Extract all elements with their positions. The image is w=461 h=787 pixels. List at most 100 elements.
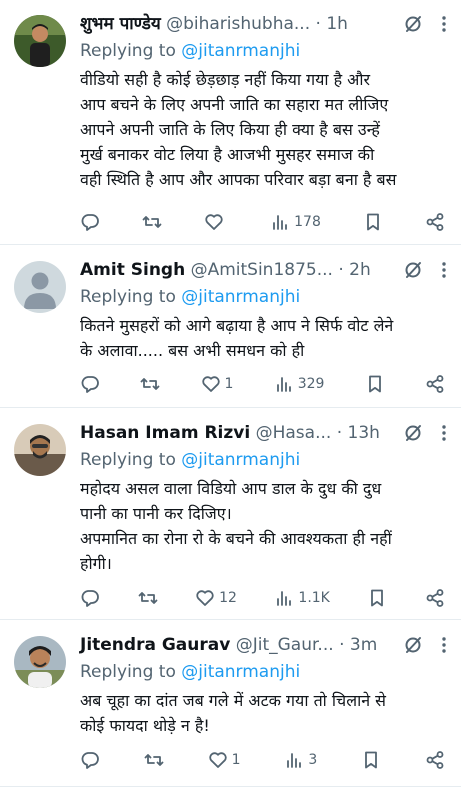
reply-icon [81,376,99,393]
author-handle[interactable]: @Jit_Gaur... [236,635,334,655]
author-name[interactable]: Amit Singh [80,260,185,280]
avatar[interactable] [14,636,66,688]
grok-icon[interactable] [403,635,423,655]
replying-to: Replying to @jitanrmanjhi [80,39,447,63]
more-icon[interactable] [441,261,447,279]
tweet[interactable]: Jitendra Gaurav @Jit_Gaur... · 3m Replyi… [0,621,461,787]
retweet-icon [142,216,162,228]
like-button[interactable] [204,212,228,232]
tweet[interactable]: शुभम पाण्डेय @biharishubha... · 1h Reply… [0,0,461,245]
share-icon [426,375,444,393]
views-button[interactable]: 178 [270,212,321,232]
default-avatar-icon [14,261,66,313]
view-count: 178 [294,214,321,230]
tweet[interactable]: Hasan Imam Rizvi @Hasa... · 13h Replying… [0,409,461,620]
mention-link[interactable]: @jitanrmanjhi [181,287,300,307]
more-icon[interactable] [441,424,447,442]
view-count: 329 [297,376,325,392]
bookmark-icon [365,751,378,769]
reply-feed: शुभम पाण्डेय @biharishubha... · 1h Reply… [0,0,461,787]
views-button[interactable]: 329 [274,374,325,394]
mention-link[interactable]: @jitanrmanjhi [181,41,300,61]
avatar[interactable] [14,15,66,67]
like-button[interactable]: 12 [195,588,237,608]
reply-icon [81,752,99,769]
author-handle[interactable]: @biharishubha... [166,14,310,34]
reply-button[interactable] [80,374,100,394]
bookmark-button[interactable] [365,374,385,394]
grok-icon[interactable] [403,423,423,443]
share-button[interactable] [425,212,445,232]
grok-icon[interactable] [403,14,423,34]
retweet-button[interactable] [140,374,160,394]
timestamp[interactable]: 3m [350,635,377,655]
replying-to-label: Replying to [80,450,176,470]
reply-button[interactable] [80,212,100,232]
like-count: 1 [224,376,234,392]
tweet-text: अब चूहा का दांत जब गले में अटक गया तो चि… [80,691,386,735]
like-button[interactable]: 1 [208,750,241,770]
avatar[interactable] [14,424,66,476]
retweet-icon [140,378,160,390]
reply-icon [81,214,99,231]
mention-link[interactable]: @jitanrmanjhi [181,450,300,470]
views-icon [273,215,288,230]
heart-icon [205,214,223,230]
separator-dot: · [336,423,343,443]
heart-icon [196,590,214,606]
views-icon [276,377,291,392]
grok-icon[interactable] [403,260,423,280]
views-icon [287,753,302,768]
mention-link[interactable]: @jitanrmanjhi [181,662,300,682]
share-button[interactable] [425,750,445,770]
replying-to-label: Replying to [80,287,176,307]
tweet-text: महोदय असल वाला विडियो आप डाल के दुध की द… [80,479,392,573]
views-button[interactable]: 3 [284,750,317,770]
like-button[interactable]: 1 [201,374,234,394]
bookmark-button[interactable] [363,212,383,232]
share-icon [426,213,444,231]
view-count: 3 [308,752,318,768]
share-button[interactable] [425,588,445,608]
tweet[interactable]: Amit Singh @AmitSin1875... · 2h Replying… [0,246,461,408]
reply-button[interactable] [80,588,100,608]
author-name[interactable]: शुभम पाण्डेय [80,14,161,34]
avatar[interactable] [14,261,66,313]
like-count: 1 [231,752,241,768]
retweet-button[interactable] [142,212,162,232]
more-icon[interactable] [441,15,447,33]
retweet-icon [144,754,164,766]
timestamp[interactable]: 13h [348,423,380,443]
replying-to: Replying to @jitanrmanjhi [80,448,447,472]
action-bar: 1 329 [80,373,445,395]
bookmark-icon [371,589,384,607]
replying-to-label: Replying to [80,662,176,682]
view-count: 1.1K [298,590,330,606]
share-button[interactable] [425,374,445,394]
separator-dot: · [338,260,344,280]
bookmark-button[interactable] [361,750,381,770]
timestamp[interactable]: 1h [326,14,348,34]
like-count: 12 [219,590,237,606]
separator-dot: · [315,14,321,34]
action-bar: 12 1.1K [80,587,445,609]
reply-button[interactable] [80,750,100,770]
timestamp[interactable]: 2h [349,260,371,280]
share-icon [426,589,444,607]
separator-dot: · [339,635,345,655]
heart-icon [209,752,227,768]
author-name[interactable]: Hasan Imam Rizvi [80,423,250,443]
replying-to: Replying to @jitanrmanjhi [80,285,447,309]
bookmark-icon [368,375,381,393]
share-icon [426,751,444,769]
retweet-button[interactable] [144,750,164,770]
retweet-button[interactable] [138,588,158,608]
views-button[interactable]: 1.1K [274,588,330,608]
author-handle[interactable]: @AmitSin1875... [191,260,333,280]
author-handle[interactable]: @Hasa... [256,423,332,443]
more-icon[interactable] [441,636,447,654]
tweet-text: कितने मुसहरों को आगे बढ़ाया है आप ने सिर… [80,316,394,360]
author-name[interactable]: Jitendra Gaurav [80,635,230,655]
bookmark-button[interactable] [367,588,387,608]
action-bar: 178 [80,211,445,233]
